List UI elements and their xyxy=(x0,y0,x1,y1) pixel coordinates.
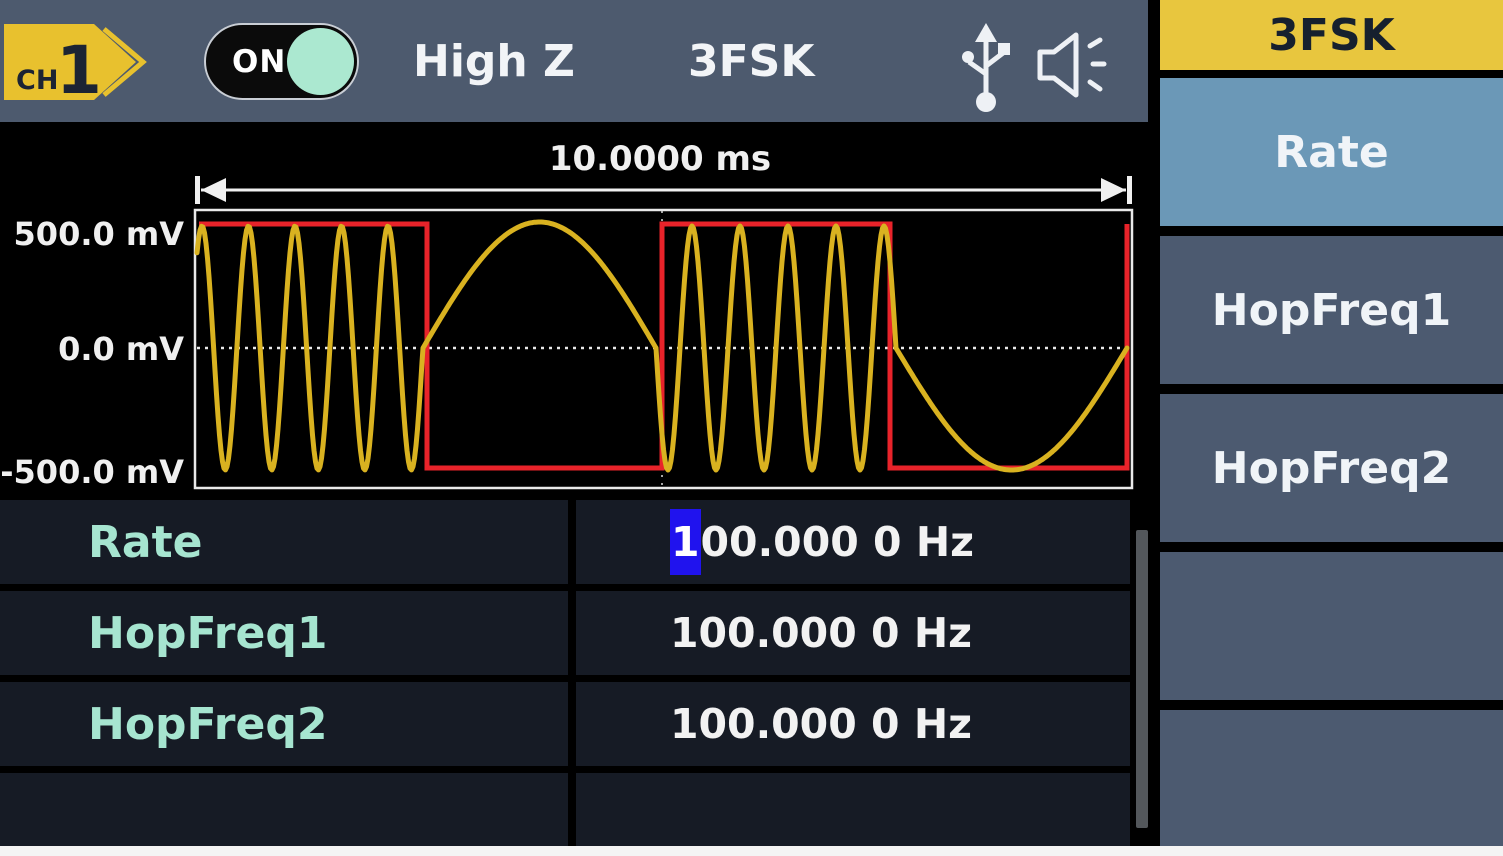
softkey-rate[interactable]: Rate xyxy=(1160,78,1503,226)
output-on-toggle[interactable]: ON xyxy=(204,23,359,100)
time-span-arrow xyxy=(195,176,1132,204)
channel-badge-prefix: CH xyxy=(16,65,58,96)
top-status-bar: CH 1 ON High Z 3FSK xyxy=(0,0,1148,122)
toggle-knob[interactable] xyxy=(287,28,354,95)
table-row-rate[interactable]: Rate 100.000 0 Hz xyxy=(0,500,1130,584)
soft-menu: 3FSK Rate HopFreq1 HopFreq2 xyxy=(1160,0,1503,856)
param-value: 100.000 0 Hz xyxy=(670,609,972,657)
param-label: Rate xyxy=(88,517,202,568)
impedance-status: High Z xyxy=(413,0,575,122)
table-scrollbar[interactable] xyxy=(1136,530,1148,828)
ytick-neg500: -500.0 mV xyxy=(0,453,184,491)
usb-icon xyxy=(958,22,1014,114)
softkey-empty-1[interactable] xyxy=(1160,552,1503,700)
table-row-hopfreq1[interactable]: HopFreq1 100.000 0 Hz xyxy=(0,591,1130,675)
bottom-bezel-strip xyxy=(0,846,1503,856)
ytick-pos500: 500.0 mV xyxy=(14,215,185,253)
param-label: HopFreq2 xyxy=(88,699,327,750)
signal-generator-screen: CH 1 ON High Z 3FSK xyxy=(0,0,1503,856)
soft-menu-title: 3FSK xyxy=(1160,0,1503,70)
channel-badge-number: 1 xyxy=(56,32,102,104)
edit-cursor: 1 xyxy=(670,509,701,575)
mode-status: 3FSK xyxy=(688,0,814,122)
ytick-zero: 0.0 mV xyxy=(58,330,184,368)
softkey-hopfreq2[interactable]: HopFreq2 xyxy=(1160,394,1503,542)
channel-badge[interactable]: CH 1 xyxy=(4,20,174,104)
time-span-label: 10.0000 ms xyxy=(549,139,771,179)
table-row-empty xyxy=(0,773,1130,846)
param-label: HopFreq1 xyxy=(88,608,327,659)
param-value: 100.000 0 Hz xyxy=(670,518,974,566)
parameter-table: Rate 100.000 0 Hz HopFreq1 100.000 0 Hz … xyxy=(0,500,1130,846)
softkey-hopfreq1[interactable]: HopFreq1 xyxy=(1160,236,1503,384)
param-value: 100.000 0 Hz xyxy=(670,700,972,748)
softkey-empty-2[interactable] xyxy=(1160,710,1503,856)
waveform-display: 10.0000 ms 500.0 mV 0.0 mV -500.0 mV xyxy=(0,122,1148,500)
table-row-hopfreq2[interactable]: HopFreq2 100.000 0 Hz xyxy=(0,682,1130,766)
toggle-on-label: ON xyxy=(232,44,286,80)
speaker-icon xyxy=(1036,32,1122,98)
